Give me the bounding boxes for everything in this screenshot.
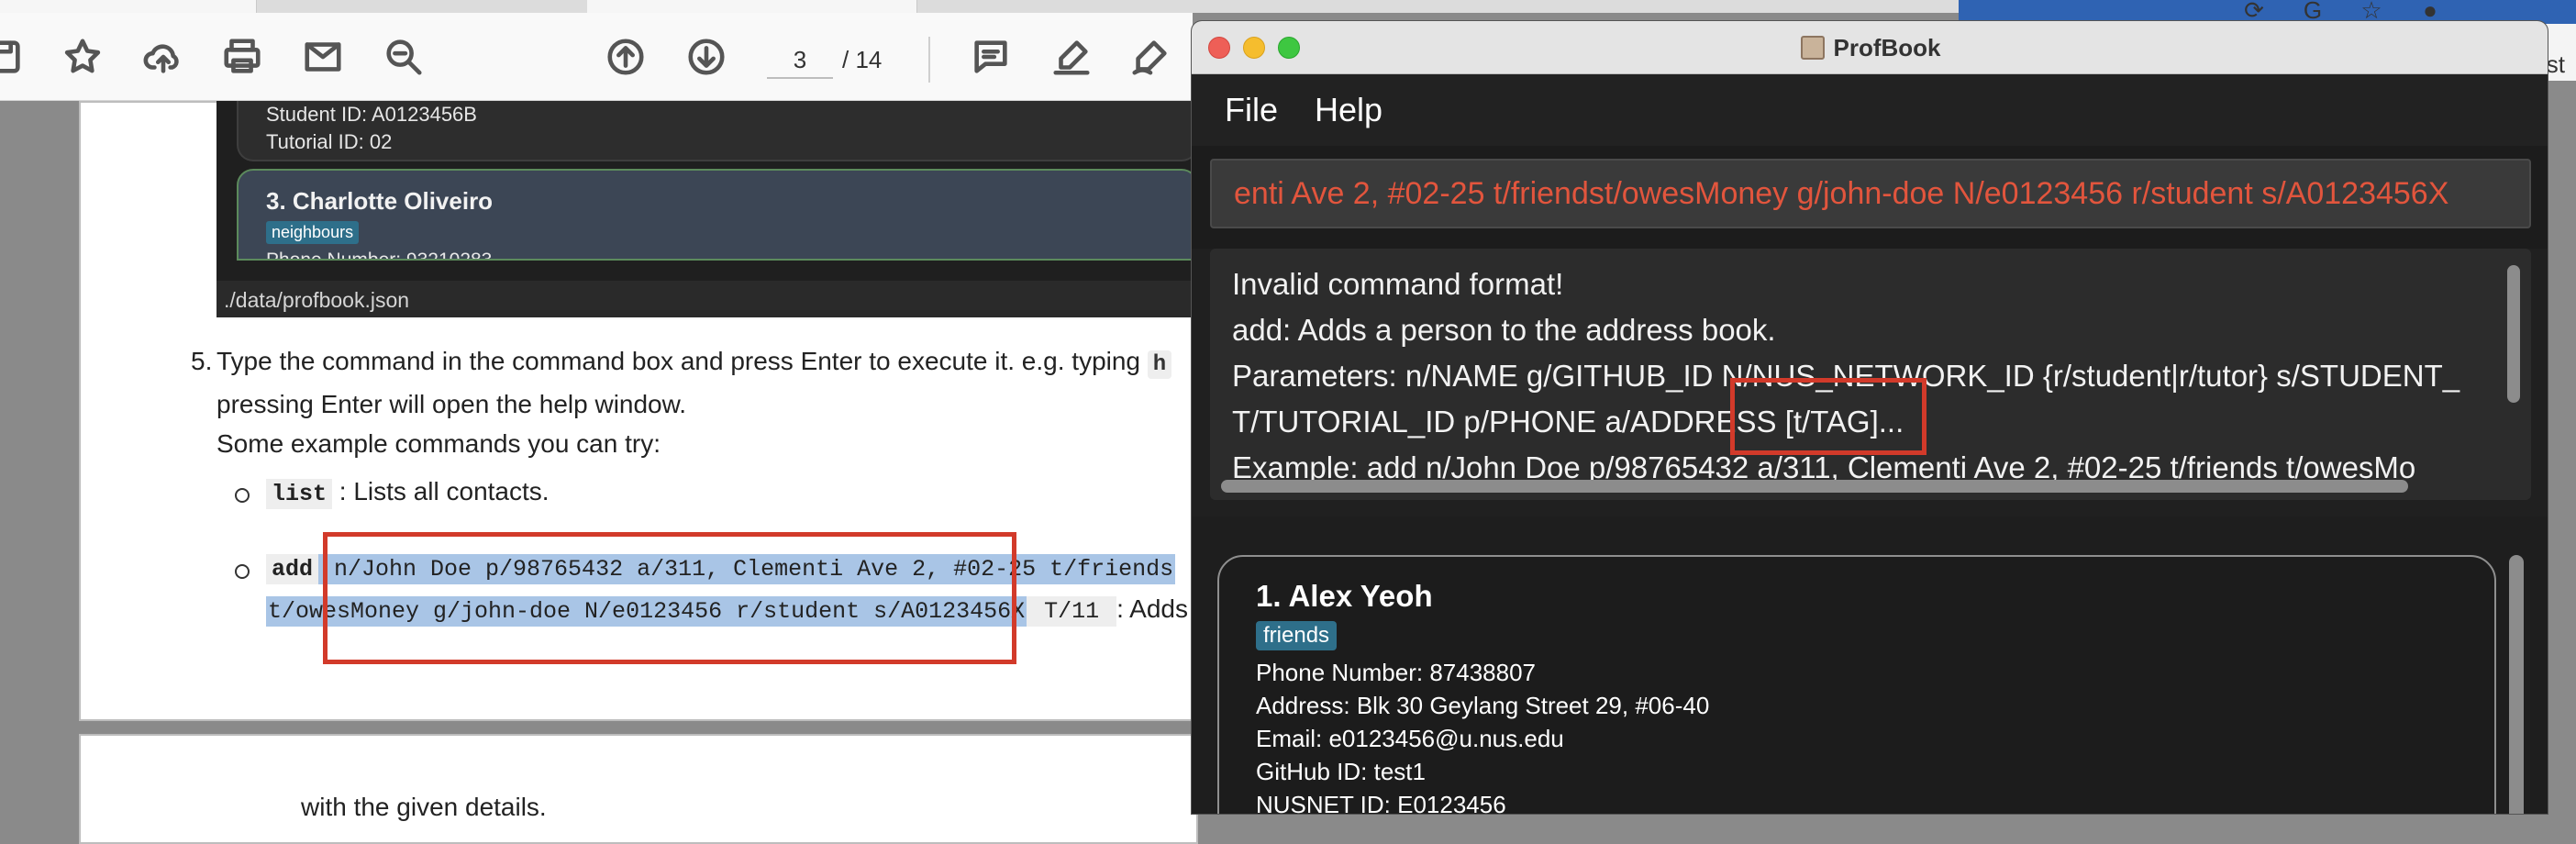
sign-icon[interactable] [1127,33,1174,81]
bookmark-star-icon[interactable]: ☆ [2356,0,2387,24]
command-input[interactable]: enti Ave 2, #02-25 t/friendst/owesMoney … [1210,159,2531,228]
add-code-tail: T/11 [1027,596,1117,627]
pdf-toolbar: / 14 [0,13,1193,101]
list-code: list [266,479,333,509]
step-text-continued: pressing Enter will open the help window… [217,390,687,418]
person-list-panel: 1. Alex Yeoh friends Phone Number: 87438… [1192,516,2548,815]
bullet [235,564,250,579]
person-github: GitHub ID: test1 [1256,758,1426,785]
result-display[interactable]: Invalid command format! add: Adds a pers… [1210,249,2531,500]
page-text: with the given details. [301,793,547,821]
menu-bar: File Help [1192,74,2548,146]
annotation-highlight-box [323,532,1016,664]
command-box-container: enti Ave 2, #02-25 t/friendst/owesMoney … [1192,146,2548,249]
window-title: ProfBook [1192,21,2548,74]
cloud-upload-icon[interactable] [139,33,187,81]
person-email: Email: e0123456@u.nus.edu [1256,725,1564,752]
list-scrollbar[interactable] [2509,555,2524,814]
pdf-next-page: with the given details. [79,734,1198,844]
person-nusnet: NUSNET ID: E0123456 [1256,791,1506,815]
embedded-student-id: Student ID: A0123456B [266,103,477,126]
background-browser-icons: ⟳ G ☆ ● [2238,0,2446,24]
comment-icon[interactable] [967,33,1015,81]
person-tag: friends [1256,621,1338,650]
page-down-icon[interactable] [683,33,730,81]
toolbar-divider [928,37,930,83]
step-text: Type the command in the command box and … [217,347,1141,375]
zoom-out-icon[interactable] [380,33,427,81]
result-text: Invalid command format! add: Adds a pers… [1232,261,2489,491]
inline-code: h [1147,350,1172,379]
refresh-icon[interactable]: ⟳ [2238,0,2270,24]
menu-file[interactable]: File [1225,91,1278,129]
step-subtext: Some example commands you can try: [217,429,661,458]
step-number: 5. [191,347,213,375]
page-up-icon[interactable] [602,33,650,81]
translate-icon[interactable]: G [2297,0,2328,24]
embedded-card-previous: Student ID: A0123456B Tutorial ID: 02 [237,101,1198,161]
print-icon[interactable] [218,33,266,81]
annotation-highlight-box [1730,378,1926,455]
result-line: add: Adds a person to the address book. [1232,313,1776,347]
result-line: Invalid command format! [1232,267,1564,301]
embedded-card-name: 3. Charlotte Oliveiro [266,187,494,215]
star-icon[interactable] [59,33,106,81]
embedded-file-path: ./data/profbook.json [217,281,1198,317]
browser-tab[interactable] [587,0,917,13]
person-address: Address: Blk 30 Geylang Street 29, #06-4… [1256,692,1710,719]
list-command-example: list : Lists all contacts. [266,477,550,509]
page-total: / 14 [842,46,883,73]
profile-icon[interactable]: ● [2415,0,2446,24]
menu-help[interactable]: Help [1315,91,1382,129]
mail-icon[interactable] [299,33,347,81]
person-card[interactable]: 1. Alex Yeoh friends Phone Number: 87438… [1217,555,2496,815]
highlight-pen-icon[interactable] [1048,33,1095,81]
vertical-scrollbar[interactable] [2507,265,2520,403]
embedded-tutorial-id: Tutorial ID: 02 [266,130,393,153]
window-title-text: ProfBook [1833,33,1941,61]
person-phone: Phone Number: 87438807 [1256,659,1537,686]
save-icon[interactable] [0,33,28,81]
person-name: 1. Alex Yeoh [1256,579,1433,613]
horizontal-scrollbar[interactable] [1221,480,2408,493]
embedded-card-phone: Phone Number: 93210283 [266,250,493,261]
bullet [235,488,250,503]
add-code: add [266,554,319,584]
embedded-card-tag: neighbours [266,221,360,244]
page-number-input[interactable] [767,42,833,79]
app-icon [1800,36,1825,60]
browser-tab[interactable] [0,0,257,13]
embedded-card-selected: 3. Charlotte Oliveiro neighbours Phone N… [237,169,1198,261]
list-description: : Lists all contacts. [332,477,550,505]
window-titlebar[interactable]: ProfBook [1192,21,2548,74]
